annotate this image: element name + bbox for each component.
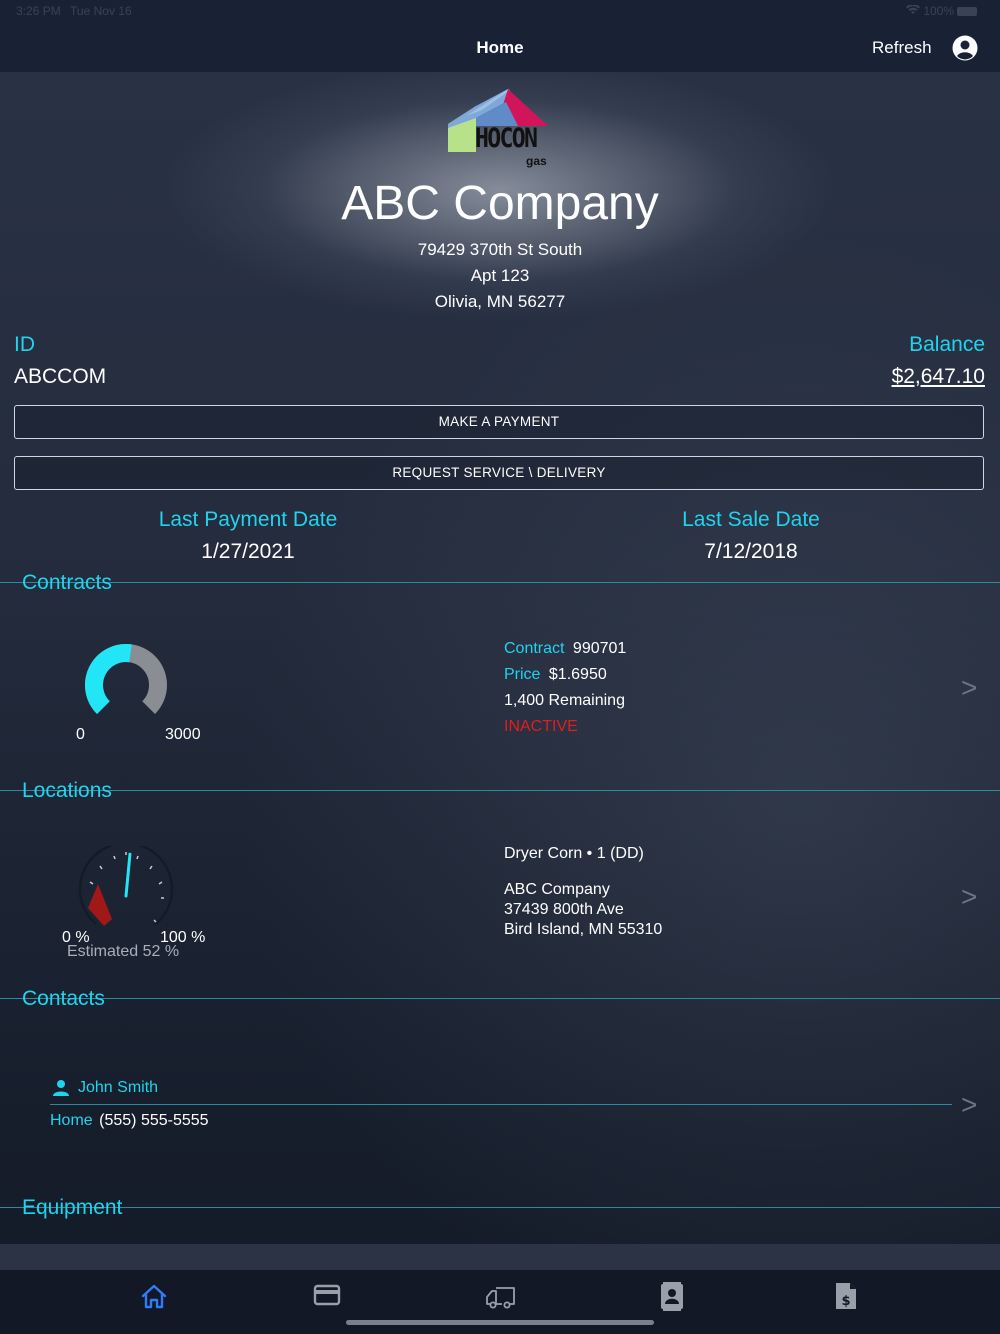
hocon-logo: HOCON gas <box>446 88 552 172</box>
contact-phone-value[interactable]: (555) 555-5555 <box>99 1112 208 1129</box>
locations-divider <box>0 790 1000 791</box>
tab-deliveries[interactable] <box>484 1280 518 1312</box>
request-service-button[interactable]: REQUEST SERVICE \ DELIVERY <box>14 456 984 490</box>
contract-status: INACTIVE <box>504 718 578 735</box>
company-name: ABC Company <box>341 177 659 230</box>
wifi-icon <box>906 4 923 18</box>
contact-phone-row: Home (555) 555-5555 <box>50 1112 209 1130</box>
person-icon <box>52 1079 70 1097</box>
contract-value: 990701 <box>572 640 627 657</box>
make-payment-button[interactable]: MAKE A PAYMENT <box>14 405 984 439</box>
contracts-divider <box>0 582 1000 583</box>
contracts-chevron-icon[interactable]: > <box>961 672 977 704</box>
company-address-line1: 79429 370th St South <box>417 240 583 259</box>
battery-percent: 100% <box>923 4 955 18</box>
refresh-button[interactable]: Refresh <box>872 38 932 58</box>
contract-gauge-min: 0 <box>76 726 85 743</box>
contact-card-icon <box>661 1282 683 1311</box>
contacts-chevron-icon[interactable]: > <box>961 1089 977 1121</box>
equipment-section-title: Equipment <box>22 1196 123 1219</box>
tab-contacts[interactable] <box>657 1280 687 1312</box>
location-city: Bird Island, MN 55310 <box>504 921 663 938</box>
company-address-line3: Olivia, MN 56277 <box>434 292 566 311</box>
tank-name: Dryer Corn • 1 (DD) <box>504 845 644 862</box>
locations-section-title: Locations <box>22 779 112 802</box>
contract-gauge-fill <box>85 644 132 714</box>
battery-icon <box>957 7 978 17</box>
home-indicator <box>346 1320 654 1325</box>
location-name: ABC Company <box>504 881 610 898</box>
tank-gauge-needle <box>124 852 132 898</box>
contract-gauge <box>80 643 172 723</box>
last-payment-value: 1/27/2021 <box>201 540 295 563</box>
tab-invoices[interactable]: $ <box>831 1280 861 1312</box>
tank-level-gauge <box>76 841 176 936</box>
equipment-divider <box>0 1207 1000 1208</box>
status-right: 100% <box>906 4 978 18</box>
contacts-divider <box>0 998 1000 999</box>
contract-price-row: Price $1.6950 <box>504 666 607 684</box>
price-label: Price <box>504 666 541 683</box>
home-icon <box>141 1284 167 1309</box>
last-sale-label: Last Sale Date <box>682 508 820 531</box>
navigation-bar <box>0 0 1000 72</box>
contract-label: Contract <box>504 640 565 657</box>
tab-home[interactable] <box>139 1280 169 1312</box>
balance-value-link[interactable]: $2,647.10 <box>892 365 985 389</box>
status-time-text: 3:26 PM <box>16 4 61 18</box>
truck-icon <box>486 1287 515 1309</box>
contract-number-row: Contract 990701 <box>504 640 626 658</box>
contact-phone-label: Home <box>50 1112 93 1129</box>
company-address-line2: Apt 123 <box>470 266 530 285</box>
contract-remaining: 1,400 Remaining <box>504 692 625 709</box>
invoice-dollar-icon: $ <box>836 1283 856 1309</box>
id-value: ABCCOM <box>14 365 107 388</box>
account-icon[interactable] <box>952 35 978 61</box>
equipment-preview[interactable] <box>0 1244 1000 1270</box>
logo-wordmark: HOCON <box>475 123 538 154</box>
tank-estimated: Estimated 52 % <box>67 943 180 960</box>
locations-chevron-icon[interactable]: > <box>961 881 977 913</box>
nav-title: Home <box>476 38 524 57</box>
status-time: 3:26 PM Tue Nov 16 <box>16 4 132 18</box>
logo-subtext: gas <box>526 154 547 168</box>
contact-divider <box>50 1104 952 1105</box>
id-label: ID <box>14 333 35 356</box>
price-value: $1.6950 <box>548 666 607 683</box>
contacts-section-title: Contacts <box>22 987 105 1010</box>
last-payment-label: Last Payment Date <box>158 508 338 531</box>
contact-name: John Smith <box>78 1079 159 1096</box>
balance-label: Balance <box>909 333 985 356</box>
tab-payments[interactable] <box>312 1280 342 1312</box>
credit-card-icon <box>313 1284 341 1306</box>
status-date-text: Tue Nov 16 <box>70 4 132 18</box>
contracts-section-title: Contracts <box>22 571 112 594</box>
svg-text:$: $ <box>841 1294 850 1309</box>
location-street: 37439 800th Ave <box>504 901 624 918</box>
contract-gauge-max: 3000 <box>165 726 201 743</box>
last-sale-value: 7/12/2018 <box>704 540 798 563</box>
